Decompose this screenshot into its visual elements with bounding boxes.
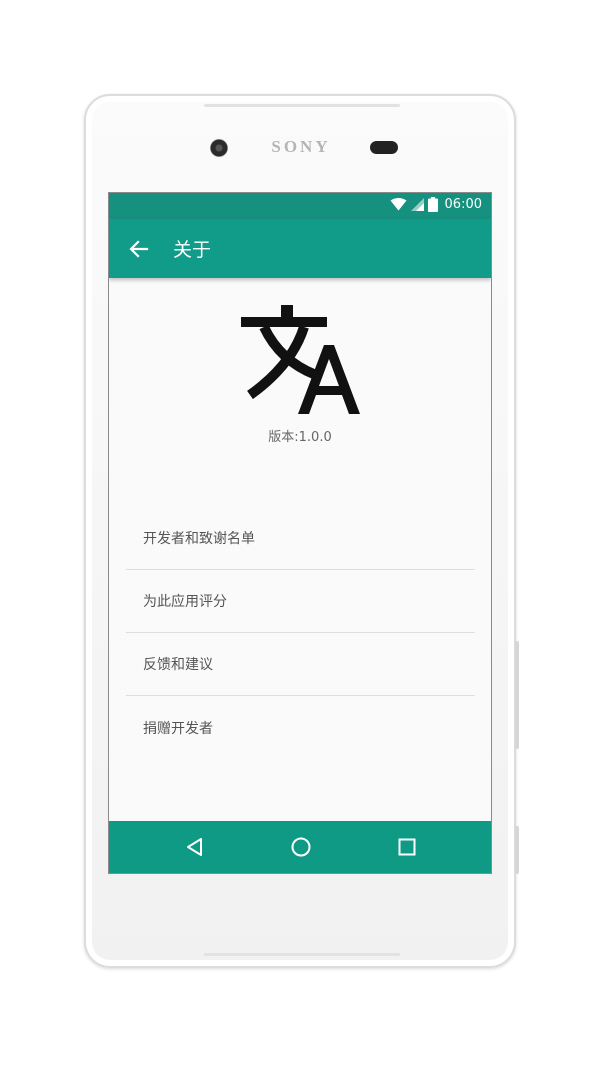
screen: 06:00 关于 版本:1.0.0 开发者和致谢名单 为此应用评分 反馈和建议 … <box>108 192 492 874</box>
translate-icon <box>241 305 360 414</box>
status-icons: 06:00 <box>390 197 482 212</box>
app-toolbar: 关于 <box>109 219 491 278</box>
brand-logo: SONY <box>271 137 331 156</box>
top-edge-line <box>204 104 400 107</box>
home-circle-icon[interactable] <box>289 835 313 859</box>
arrow-left-icon[interactable] <box>127 237 151 261</box>
status-bar: 06:00 <box>109 193 491 219</box>
recents-square-icon[interactable] <box>395 835 419 859</box>
battery-icon <box>427 197 438 212</box>
back-triangle-icon[interactable] <box>183 835 207 859</box>
menu-item-rate[interactable]: 为此应用评分 <box>126 570 475 633</box>
earpiece-speaker <box>370 141 398 154</box>
navigation-bar <box>109 821 491 873</box>
menu-item-feedback[interactable]: 反馈和建议 <box>126 633 475 696</box>
page-title: 关于 <box>173 239 212 261</box>
status-time: 06:00 <box>444 197 482 212</box>
volume-button <box>515 641 519 749</box>
bottom-edge-line <box>204 953 400 956</box>
signal-icon <box>410 198 424 211</box>
wifi-icon <box>390 198 407 211</box>
menu-item-donate[interactable]: 捐赠开发者 <box>126 696 475 759</box>
about-menu: 开发者和致谢名单 为此应用评分 反馈和建议 捐赠开发者 <box>126 507 475 759</box>
app-version: 版本:1.0.0 <box>268 430 332 445</box>
menu-item-credits[interactable]: 开发者和致谢名单 <box>126 507 475 570</box>
front-camera <box>210 139 228 157</box>
camera-button <box>515 826 519 874</box>
